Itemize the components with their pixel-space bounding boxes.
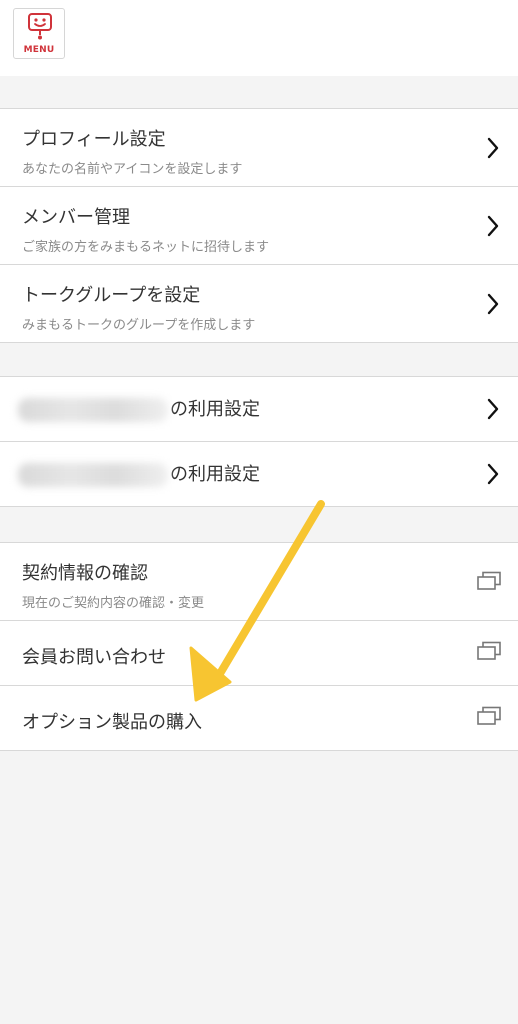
external-window-icon — [477, 571, 501, 590]
row-title-suffix: の利用設定 — [170, 464, 260, 485]
menu-label: MENU — [23, 45, 55, 55]
row-title: 契約情報の確認 — [22, 563, 148, 584]
redacted-name — [18, 463, 168, 487]
contract-group: 契約情報の確認 現在のご契約内容の確認・変更 会員お問い合わせ オプション製品の… — [0, 542, 518, 751]
redacted-name — [18, 398, 168, 422]
row-title: メンバー管理 — [22, 207, 130, 228]
row-title: 会員お問い合わせ — [22, 647, 166, 668]
row-subtitle: ご家族の方をみまもるネットに招待します — [22, 240, 270, 255]
chevron-right-icon — [487, 398, 499, 420]
menu-button[interactable]: MENU — [13, 8, 65, 59]
row-subtitle: 現在のご契約内容の確認・変更 — [22, 596, 205, 611]
member-inquiry-row[interactable]: 会員お問い合わせ — [0, 621, 518, 686]
row-title: トークグループを設定 — [22, 285, 201, 306]
contract-info-row[interactable]: 契約情報の確認 現在のご契約内容の確認・変更 — [0, 543, 518, 621]
talk-group-settings-row[interactable]: トークグループを設定 みまもるトークのグループを作成します — [0, 265, 518, 343]
external-window-icon — [477, 706, 501, 725]
profile-settings-row[interactable]: プロフィール設定 あなたの名前やアイコンを設定します — [0, 109, 518, 187]
usage-settings-row[interactable]: の利用設定 — [0, 377, 518, 442]
header-bar: MENU — [0, 0, 518, 76]
menu-mascot-icon — [28, 13, 52, 40]
row-title: の利用設定 — [18, 395, 260, 422]
row-title-suffix: の利用設定 — [170, 399, 260, 420]
row-subtitle: みまもるトークのグループを作成します — [22, 318, 256, 333]
usage-settings-group: の利用設定 の利用設定 — [0, 376, 518, 507]
row-subtitle: あなたの名前やアイコンを設定します — [22, 162, 243, 177]
chevron-right-icon — [487, 463, 499, 485]
external-window-icon — [477, 641, 501, 660]
chevron-right-icon — [487, 293, 499, 315]
option-products-row[interactable]: オプション製品の購入 — [0, 686, 518, 751]
member-management-row[interactable]: メンバー管理 ご家族の方をみまもるネットに招待します — [0, 187, 518, 265]
row-title: プロフィール設定 — [22, 129, 166, 150]
chevron-right-icon — [487, 137, 499, 159]
row-title: オプション製品の購入 — [22, 712, 202, 733]
row-title: の利用設定 — [18, 460, 260, 487]
account-settings-group: プロフィール設定 あなたの名前やアイコンを設定します メンバー管理 ご家族の方を… — [0, 108, 518, 343]
usage-settings-row[interactable]: の利用設定 — [0, 442, 518, 507]
chevron-right-icon — [487, 215, 499, 237]
